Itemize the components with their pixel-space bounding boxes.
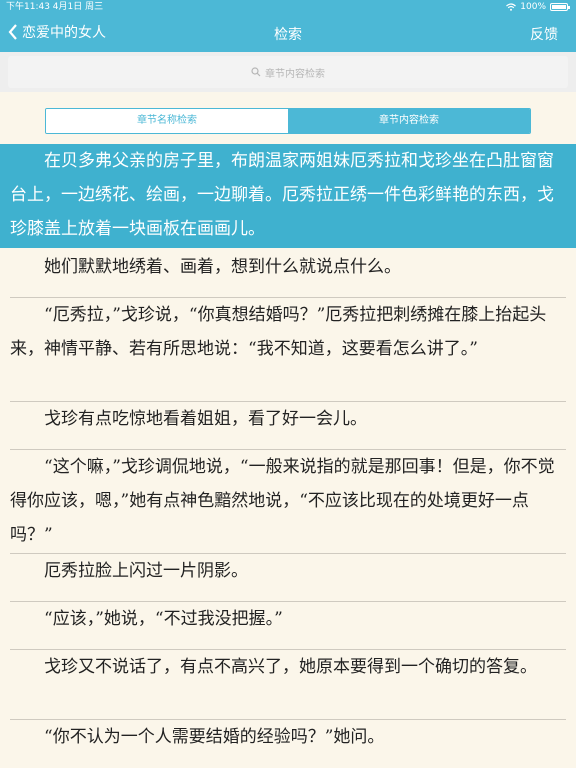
search-area: 章节内容检索 [0, 52, 576, 92]
status-bar: 下午11:43 4月1日 周三 100% [0, 0, 576, 14]
result-paragraph[interactable]: “厄秀拉，”戈珍说，“你真想结婚吗？”厄秀拉把刺绣摊在膝上抬起头来，神情平静、若… [10, 298, 566, 366]
result-paragraph[interactable]: 她们默默地绣着、画着，想到什么就说点什么。 [10, 250, 566, 284]
nav-bar: 恋爱中的女人 检索 反馈 [0, 20, 576, 48]
page-title: 检索 [274, 27, 302, 43]
search-mode-segmented-control: 章节名称检索 章节内容检索 [45, 108, 531, 134]
tab-chapter-content-search[interactable]: 章节内容检索 [288, 109, 530, 133]
status-right: 100% [506, 0, 570, 14]
result-paragraph[interactable]: 戈珍有点吃惊地看着姐姐，看了好一会儿。 [10, 402, 566, 436]
result-paragraph-highlighted[interactable]: 在贝多弗父亲的房子里，布朗温家两姐妹厄秀拉和戈珍坐在凸肚窗窗台上，一边绣花、绘画… [10, 144, 566, 246]
battery-icon [550, 3, 570, 11]
search-icon [251, 67, 261, 77]
result-paragraph[interactable]: “应该，”她说，“不过我没把握。” [10, 602, 566, 636]
result-paragraph[interactable]: “这个嘛，”戈珍调侃地说，“一般来说指的就是那回事！但是，你不觉得你应该，嗯，”… [10, 450, 566, 552]
top-bar: 下午11:43 4月1日 周三 100% 恋爱中的女人 检索 反馈 [0, 0, 576, 52]
feedback-button[interactable]: 反馈 [530, 24, 558, 44]
tab-chapter-name-search[interactable]: 章节名称检索 [46, 109, 288, 133]
search-placeholder: 章节内容检索 [265, 68, 325, 80]
result-paragraph[interactable]: “你不认为一个人需要结婚的经验吗？”她问。 [10, 720, 566, 754]
result-paragraph[interactable]: 厄秀拉脸上闪过一片阴影。 [10, 554, 566, 588]
battery-percent: 100% [520, 2, 546, 12]
search-input[interactable]: 章节内容检索 [8, 56, 568, 88]
wifi-icon [506, 3, 517, 11]
status-time-date: 下午11:43 4月1日 周三 [6, 2, 104, 12]
result-paragraph[interactable]: 戈珍又不说话了，有点不高兴了，她原本要得到一个确切的答复。 [10, 650, 566, 684]
